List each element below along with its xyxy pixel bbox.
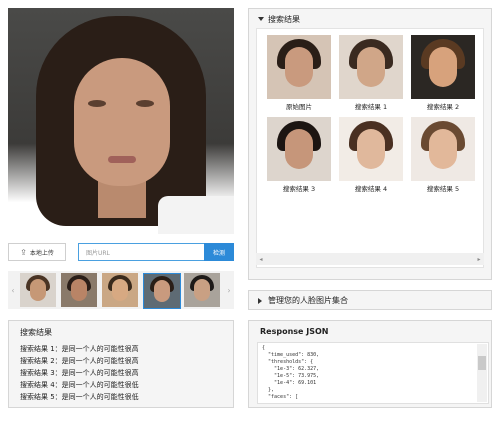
json-line: "1e-3": 62.327, — [262, 366, 320, 372]
json-line: { — [262, 345, 266, 351]
triangle-down-icon[interactable] — [258, 17, 264, 21]
image-url-input[interactable]: 图片URL — [78, 243, 205, 261]
upload-button[interactable]: ⇪ 本地上传 — [8, 243, 66, 261]
manage-face-collection-panel[interactable]: 管理您的人脸图片集合 — [248, 290, 492, 310]
manage-panel-title[interactable]: 管理您的人脸图片集合 — [268, 295, 348, 306]
search-results-grid: 原始图片 搜索结果 1 搜索结果 2 搜索结果 3 搜索结果 4 搜索结果 5 — [256, 28, 484, 268]
result-line: 搜索结果 3：是同一个人的可能性很高 — [20, 369, 139, 377]
main-face-photo — [8, 8, 234, 234]
sample-thumbnail[interactable] — [20, 273, 56, 307]
json-line: "1e-4": 69.101 — [262, 380, 317, 386]
detect-button[interactable]: 检测 — [204, 243, 234, 261]
result-caption: 搜索结果 4 — [354, 185, 388, 193]
left-results-title: 搜索结果 — [20, 328, 52, 337]
sample-thumbnail[interactable] — [61, 273, 97, 307]
json-panel-title: Response JSON — [260, 327, 329, 336]
result-line: 搜索结果 4：是同一个人的可能性很低 — [20, 381, 139, 389]
sample-thumbnail-strip: ‹ › — [8, 271, 234, 309]
similarity-results-panel: 搜索结果 搜索结果 1：是同一个人的可能性很高 搜索结果 2：是同一个人的可能性… — [8, 320, 234, 408]
json-line: "thresholds": { — [262, 359, 314, 365]
scrollbar-thumb[interactable] — [478, 356, 486, 370]
scroll-right-icon[interactable]: ▸ — [474, 253, 484, 265]
json-line: "faces": [ — [262, 394, 299, 400]
upload-label: 本地上传 — [29, 249, 54, 257]
result-line: 搜索结果 1：是同一个人的可能性很高 — [20, 345, 139, 353]
chevron-left-icon[interactable]: ‹ — [8, 271, 18, 309]
result-caption: 原始图片 — [286, 103, 312, 111]
result-line: 搜索结果 2：是同一个人的可能性很高 — [20, 357, 139, 365]
result-line: 搜索结果 5：是同一个人的可能性很低 — [20, 393, 139, 401]
result-caption: 搜索结果 2 — [426, 103, 460, 111]
sample-thumbnail[interactable] — [184, 273, 220, 307]
triangle-right-icon[interactable] — [258, 298, 262, 304]
scroll-left-icon[interactable]: ◂ — [256, 253, 266, 265]
result-caption: 搜索结果 5 — [426, 185, 460, 193]
result-caption: 搜索结果 3 — [282, 185, 316, 193]
json-output-box[interactable]: { "time_used": 830, "thresholds": { "1e-… — [257, 342, 489, 404]
json-line: "time_used": 830, — [262, 352, 320, 358]
vertical-scrollbar[interactable] — [477, 344, 487, 402]
json-line: }, — [262, 387, 275, 393]
horizontal-scrollbar[interactable]: ◂ ▸ — [256, 253, 484, 265]
json-line: "1e-5": 73.975, — [262, 373, 320, 379]
result-caption: 搜索结果 1 — [354, 103, 388, 111]
sample-thumbnail[interactable] — [102, 273, 138, 307]
chevron-right-icon[interactable]: › — [224, 271, 234, 309]
sample-thumbnail-selected[interactable] — [143, 273, 181, 309]
upload-icon: ⇪ — [20, 247, 27, 257]
url-input-placeholder: 图片URL — [86, 249, 110, 257]
search-panel-title[interactable]: 搜索结果 — [268, 14, 300, 25]
